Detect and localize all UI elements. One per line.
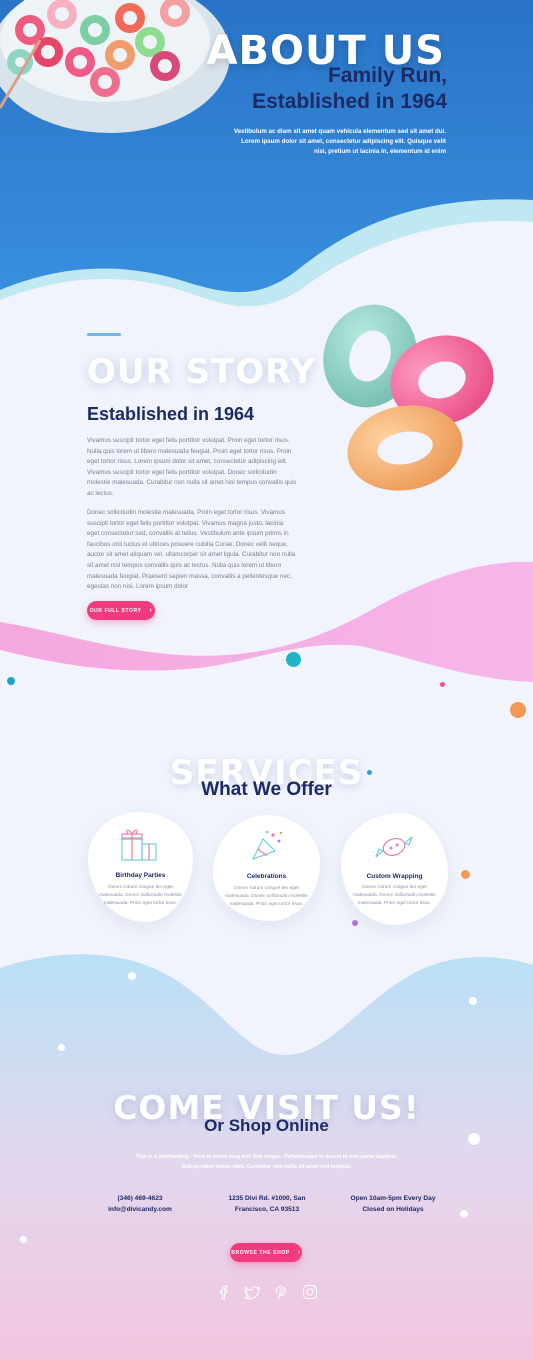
button-label: OUR FULL STORY: [89, 607, 142, 614]
gift-icon: [121, 829, 157, 861]
hero-paragraph: Vestibulum ac diam sit amet quam vehicul…: [233, 128, 446, 155]
story-paragraph-2: Donec sollicitudin molestie malesuada. P…: [87, 509, 296, 591]
contact-info: (346) 469-4623 info@divicandy.com: [85, 1193, 195, 1215]
candy-icon: [375, 836, 413, 858]
decorative-dot: [7, 677, 15, 685]
hours-line: Open 10am-5pm Every Day: [350, 1195, 436, 1202]
services-subtitle: What We Offer: [201, 779, 332, 800]
visit-paragraph: This is a subheading - Here is some long…: [135, 1154, 398, 1170]
email-link[interactable]: info@divicandy.com: [85, 1204, 195, 1215]
service-card-title: Celebrations: [246, 873, 287, 880]
party-popper-icon: [251, 830, 283, 861]
pinterest-icon[interactable]: [273, 1284, 289, 1300]
address-line: Francisco, CA 93513: [234, 1206, 300, 1213]
hero-subtitle-line2: Established in 1964: [252, 90, 447, 113]
decorative-dot: [20, 1236, 27, 1243]
decorative-dot: [352, 920, 358, 926]
decorative-dot: [461, 870, 470, 879]
service-card-wrapping[interactable]: Custom Wrapping Donec rutrum congue leo …: [341, 813, 448, 925]
hours-line: Closed on Holidays: [362, 1206, 424, 1213]
decorative-dot: [128, 972, 136, 980]
service-card-text: Donec rutrum congue leo eget malesuada. …: [225, 886, 308, 907]
decorative-dot: [460, 1210, 468, 1218]
decorative-dot: [58, 1044, 65, 1051]
service-card-text: Donec rutrum congue leo eget malesuada. …: [99, 885, 182, 906]
our-full-story-button[interactable]: OUR FULL STORY ›: [87, 601, 155, 620]
address-line: 1235 Divi Rd. #1000, San: [228, 1195, 306, 1202]
decorative-dot: [469, 997, 477, 1005]
service-card-text: Donec rutrum congue leo eget malesuada. …: [353, 885, 436, 906]
visit-subtitle: Or Shop Online: [204, 1116, 329, 1135]
decorative-dot: [286, 652, 301, 667]
browse-shop-button[interactable]: BROWSE THE SHOP ›: [230, 1243, 302, 1262]
instagram-icon[interactable]: [302, 1284, 318, 1300]
service-card-title: Custom Wrapping: [366, 873, 423, 880]
hero-subtitle-line1: Family Run,: [327, 64, 447, 87]
button-label: BROWSE THE SHOP: [231, 1249, 290, 1256]
section-accent-line: [87, 333, 121, 336]
decorative-dot: [510, 702, 526, 718]
decorative-dot: [440, 682, 445, 687]
service-card-title: Birthday Parties: [115, 872, 166, 879]
story-paragraph-1: Vivamus suscipit tortor eget felis portt…: [87, 437, 297, 497]
story-subtitle: Established in 1964: [87, 404, 255, 424]
phone-number[interactable]: (346) 469-4623: [85, 1193, 195, 1204]
service-card-birthday[interactable]: Birthday Parties Donec rutrum congue leo…: [88, 812, 193, 922]
chevron-right-icon: ›: [297, 1249, 301, 1256]
facebook-icon[interactable]: [215, 1284, 231, 1300]
hours-info: Open 10am-5pm Every Day Closed on Holida…: [338, 1193, 448, 1215]
twitter-icon[interactable]: [244, 1284, 260, 1300]
chevron-right-icon: ›: [149, 607, 153, 614]
service-card-celebrations[interactable]: Celebrations Donec rutrum congue leo ege…: [213, 815, 320, 921]
story-title: OUR STORY: [87, 352, 317, 392]
address-info: 1235 Divi Rd. #1000, San Francisco, CA 9…: [212, 1193, 322, 1215]
